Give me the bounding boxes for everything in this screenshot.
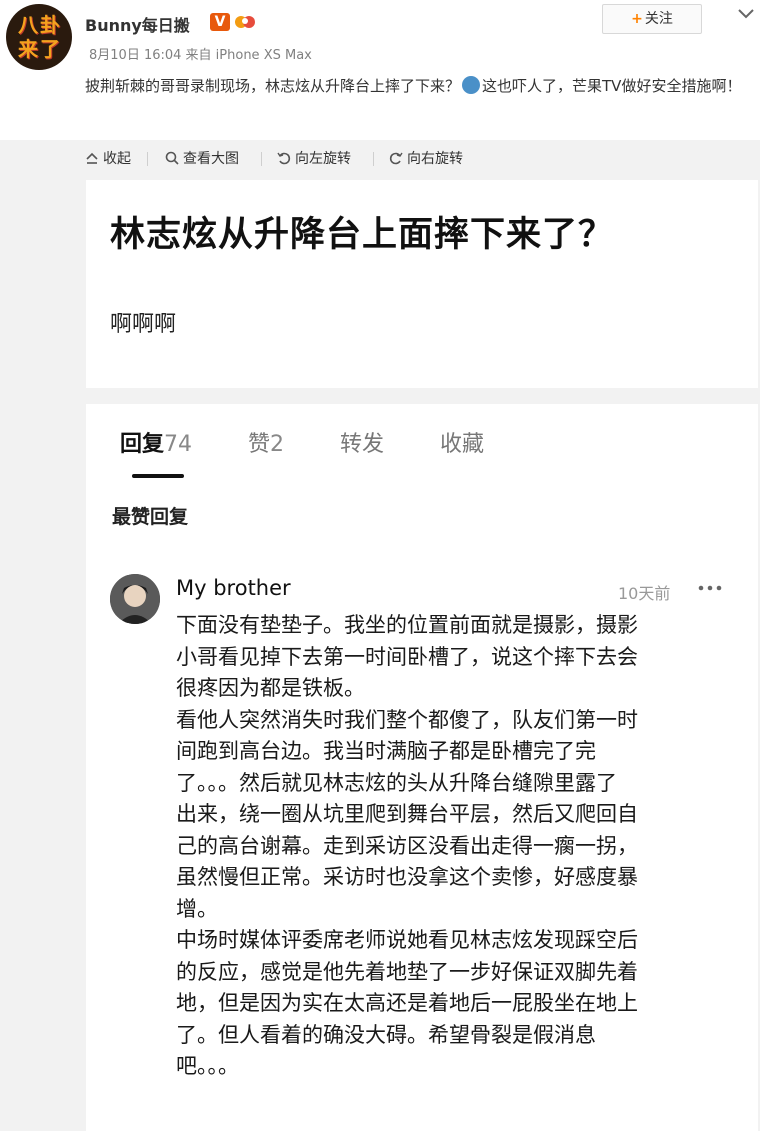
tab-reposts-label: 转发 xyxy=(340,432,385,457)
rotate-right-button[interactable]: 向右旋转 xyxy=(389,146,463,172)
comment-line: 增。 xyxy=(176,896,218,921)
rotate-right-icon xyxy=(389,152,403,165)
question-subtext: 啊啊啊 xyxy=(110,312,177,337)
rotate-left-icon xyxy=(277,152,291,165)
active-tab-indicator xyxy=(132,474,184,478)
user-avatar[interactable]: 八卦 来了 xyxy=(6,4,72,70)
rotate-left-label: 向左旋转 xyxy=(295,151,351,167)
screenshot-question-card[interactable]: 林志炫从升降台上面摔下来了？ 啊啊啊 xyxy=(86,180,758,388)
plus-icon: + xyxy=(631,11,643,27)
comment-line: 很疼因为都是铁板。 xyxy=(176,676,365,700)
screenshot-replies-card: 回复74 赞2 转发 收藏 最赞回复 My brother 10天前 下面没有垫… xyxy=(86,404,758,1131)
post-text-part2: 这也吓人了，芒果TV做好安全措施啊！ xyxy=(482,77,742,95)
scared-emoji-icon xyxy=(462,76,481,94)
weibo-post: 八卦 来了 Bunny每日搬 V 8月10日 16:04 来自 iPhone X… xyxy=(0,0,760,167)
comment-line: 看他人突然消失时我们整个都傻了，队友们第一时 xyxy=(176,707,638,732)
comment-author[interactable]: My brother xyxy=(176,576,291,600)
comment-body: 下面没有垫垫子。我坐的位置前面就是摄影，摄影 小哥看见掉下去第一时间卧槽了，说这… xyxy=(176,610,736,1083)
toolbar-divider xyxy=(261,152,262,166)
comment-line: 己的高台谢幕。走到采访区没看出走得一瘸一拐， xyxy=(176,833,638,858)
search-icon xyxy=(165,151,179,165)
comment-line: 的反应，感觉是他先着地垫了一步好保证双脚先着 xyxy=(176,959,638,984)
post-text-part1: 披荆斩棘的哥哥录制现场，林志炫从升降台上摔了下来？ xyxy=(85,77,461,95)
tab-replies[interactable]: 回复74 xyxy=(120,426,192,458)
view-large-label: 查看大图 xyxy=(183,151,239,167)
tab-reposts[interactable]: 转发 xyxy=(340,426,384,458)
post-text: 披荆斩棘的哥哥录制现场，林志炫从升降台上摔了下来？ 这也吓人了，芒果TV做好安全措… xyxy=(85,72,750,100)
comment-line: 了。。。然后就见林志炫的头从升降台缝隙里露了 xyxy=(176,770,617,795)
comment-line: 中场时媒体评委席老师说她看见林志炫发现踩空后 xyxy=(176,928,638,952)
comment-line: 出来，绕一圈从坑里爬到舞台平层，然后又爬回自 xyxy=(176,802,638,826)
tab-likes[interactable]: 赞2 xyxy=(248,426,284,458)
reply-tabs: 回复74 赞2 转发 收藏 xyxy=(86,404,758,484)
comment-line: 下面没有垫垫子。我坐的位置前面就是摄影，摄影 xyxy=(176,613,638,637)
comment-line: 地，但是因为实在太高还是着地后一屁股坐在地上 xyxy=(176,991,638,1015)
tab-likes-count: 2 xyxy=(270,432,285,457)
follow-button[interactable]: + 关注 xyxy=(602,4,702,34)
post-meta: 8月10日 16:04 来自 iPhone XS Max xyxy=(89,48,312,63)
avatar-text-line2: 来了 xyxy=(18,37,62,61)
collapse-button[interactable]: 收起 xyxy=(85,146,131,172)
comment-line: 了。但人看着的确没大碍。希望骨裂是假消息 xyxy=(176,1022,596,1047)
username-link[interactable]: Bunny每日搬 xyxy=(85,12,190,36)
comment-line: 小哥看见掉下去第一时间卧槽了，说这个摔下去会 xyxy=(176,644,638,669)
section-title: 最赞回复 xyxy=(112,506,189,528)
tab-favorites-label: 收藏 xyxy=(440,432,485,457)
vip-icon xyxy=(235,16,255,28)
comment-line: 虽然慢但正常。采访时也没拿这个卖惨，好感度暴 xyxy=(176,865,638,889)
view-large-button[interactable]: 查看大图 xyxy=(165,146,239,172)
collapse-icon xyxy=(86,152,98,164)
tab-replies-count: 74 xyxy=(164,432,193,457)
tab-favorites[interactable]: 收藏 xyxy=(440,426,484,458)
toolbar-divider xyxy=(147,152,148,166)
tab-likes-label: 赞 xyxy=(248,432,271,457)
question-title: 林志炫从升降台上面摔下来了？ xyxy=(110,215,615,255)
comment-line: 间跑到高台边。我当时满脑子都是卧槽完了完 xyxy=(176,739,596,763)
comment-line: 吧。。。 xyxy=(176,1054,239,1078)
more-options-icon[interactable] xyxy=(696,580,724,596)
comment-avatar[interactable] xyxy=(110,574,160,624)
collapse-label: 收起 xyxy=(103,151,131,167)
tab-replies-label: 回复 xyxy=(120,432,165,457)
avatar-text-line1: 八卦 xyxy=(18,13,62,37)
rotate-left-button[interactable]: 向左旋转 xyxy=(277,146,351,172)
comment-time: 10天前 xyxy=(618,584,671,603)
rotate-right-label: 向右旋转 xyxy=(407,151,463,167)
follow-label: 关注 xyxy=(644,11,673,27)
chevron-down-icon[interactable] xyxy=(736,4,756,24)
verified-badge: V xyxy=(210,13,230,31)
avatar-illustration xyxy=(110,574,160,624)
toolbar-divider xyxy=(373,152,374,166)
